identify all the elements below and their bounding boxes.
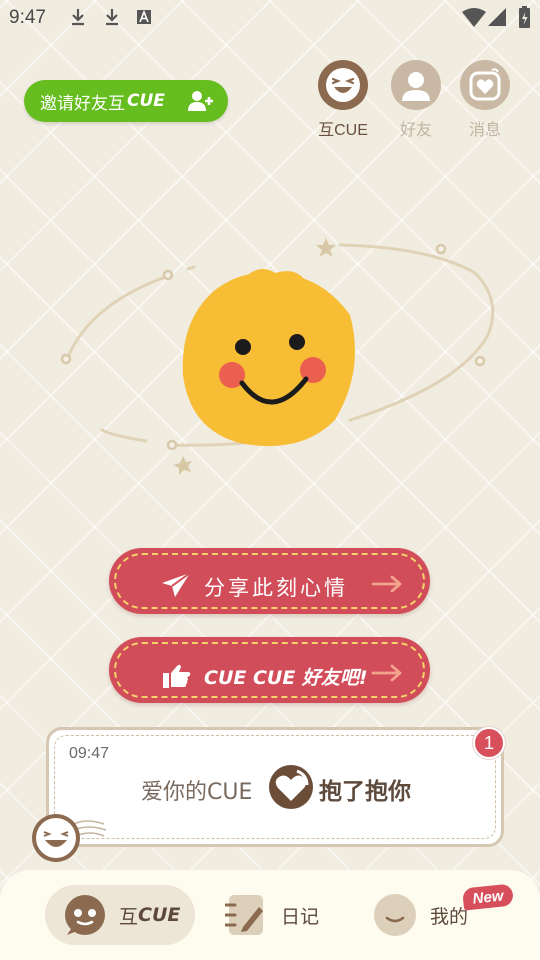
- wifi-icon: [462, 8, 486, 27]
- diary-pen-icon: [225, 895, 263, 935]
- pointing-hand-icon: [163, 664, 191, 688]
- download-icon: [106, 9, 118, 26]
- nav-hu-cue[interactable]: 互 CUE: [45, 885, 195, 945]
- star-icon: [173, 456, 192, 475]
- download-icon: [72, 9, 84, 26]
- tab-messages[interactable]: 消息: [453, 60, 517, 140]
- arrow-right-icon: [371, 575, 402, 593]
- arrow-right-icon: [371, 664, 402, 682]
- laughing-face-icon: [326, 68, 360, 102]
- chat-face-icon: [65, 895, 105, 935]
- invite-label: 邀请好友互: [40, 93, 125, 114]
- font-a-icon: [137, 9, 151, 24]
- laughing-stamp-icon: [32, 814, 107, 862]
- star-icon: [316, 238, 336, 257]
- share-mood-button[interactable]: 分享此刻心情: [109, 548, 430, 614]
- status-time: 9:47: [9, 7, 46, 28]
- nav-diary[interactable]: 日记: [225, 885, 319, 945]
- tab-messages-label: 消息: [468, 122, 501, 139]
- smiley-face: [182, 269, 355, 447]
- cue-friends-button[interactable]: CUE CUE 好友吧!: [109, 637, 430, 703]
- cue-friends-label: CUE CUE 好友吧!: [204, 667, 368, 689]
- invite-cue-label: CUE: [127, 91, 165, 111]
- hug-heart-icon: [269, 765, 313, 809]
- nav-diary-label: 日记: [281, 905, 320, 928]
- unread-badge: 1: [473, 727, 505, 759]
- cue-time: 09:47: [69, 745, 110, 762]
- bottom-nav: 互 CUE 日记 我的: [0, 870, 540, 960]
- share-mood-label: 分享此刻心情: [204, 576, 348, 600]
- cue-message: 爱你的CUE: [141, 780, 253, 805]
- paper-plane-icon: [162, 572, 191, 597]
- tab-friends[interactable]: 好友: [384, 60, 448, 140]
- person-icon: [402, 72, 430, 101]
- invite-friends-button[interactable]: 邀请好友互 CUE: [24, 80, 228, 122]
- profile-face-icon: [374, 894, 416, 936]
- mood-orbit-illustration: [60, 238, 495, 475]
- tab-hu-cue[interactable]: 互CUE: [311, 60, 375, 140]
- tab-messages-avatar: [460, 60, 510, 110]
- tab-hu-cue-label: 互CUE: [318, 122, 368, 139]
- nav-hu-label: 互: [119, 905, 139, 928]
- signal-icon: [488, 8, 506, 26]
- add-user-icon: [188, 91, 213, 111]
- nav-mine-label: 我的: [430, 905, 469, 928]
- tab-friends-avatar: [391, 60, 441, 110]
- heart-message-icon: [469, 68, 501, 101]
- nav-mine[interactable]: 我的: [372, 885, 468, 945]
- tab-friends-label: 好友: [399, 122, 432, 139]
- status-bar: 9:47: [0, 0, 540, 36]
- tab-hu-cue-avatar: [318, 60, 368, 110]
- cue-action: 抱了抱你: [319, 779, 411, 805]
- cue-message-card[interactable]: 09:47 爱你的CUE 抱了抱你 1: [46, 727, 505, 847]
- battery-icon: [519, 6, 530, 28]
- nav-cue-label: CUE: [138, 904, 181, 926]
